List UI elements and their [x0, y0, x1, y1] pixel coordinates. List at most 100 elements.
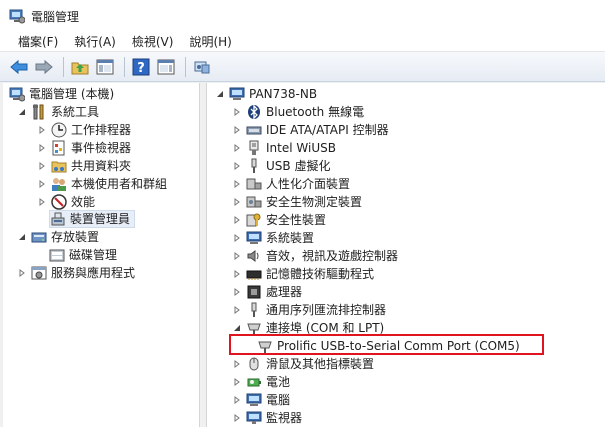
- expanded-arrow-icon[interactable]: [232, 323, 242, 333]
- collapsed-arrow-icon[interactable]: [232, 251, 242, 261]
- tree-item-task-scheduler[interactable]: 工作排程器: [37, 121, 131, 139]
- toolbar-separator: [124, 56, 125, 77]
- device-category-bluetooth[interactable]: Bluetooth 無線電: [232, 103, 364, 121]
- device-category-usb-virtualization[interactable]: USB 虛擬化: [232, 157, 330, 175]
- device-category-security[interactable]: 安全性裝置: [232, 211, 326, 229]
- device-category-batteries[interactable]: 電池: [232, 373, 290, 391]
- device-label: USB 虛擬化: [266, 159, 331, 173]
- tree-item-event-viewer[interactable]: 事件檢視器: [37, 139, 131, 157]
- show-hide-tree-button[interactable]: [94, 56, 116, 78]
- collapsed-arrow-icon[interactable]: [17, 268, 27, 278]
- forward-button[interactable]: [33, 56, 55, 78]
- tree-item-services-applications[interactable]: 服務與應用程式: [17, 264, 135, 282]
- device-category-monitors[interactable]: 監視器: [232, 409, 302, 427]
- device-category-ide[interactable]: IDE ATA/ATAPI 控制器: [232, 121, 389, 139]
- collapsed-arrow-icon[interactable]: [37, 161, 47, 171]
- up-folder-button[interactable]: [69, 56, 91, 78]
- shared-folder-icon: [51, 158, 67, 174]
- wiusb-icon: [246, 140, 262, 156]
- expanded-arrow-icon[interactable]: [17, 107, 27, 117]
- collapsed-arrow-icon[interactable]: [232, 143, 242, 153]
- device-category-processors[interactable]: 處理器: [232, 283, 302, 301]
- device-label: 滑鼠及其他指標裝置: [266, 357, 375, 371]
- collapsed-arrow-icon[interactable]: [232, 377, 242, 387]
- device-category-computer[interactable]: 電腦: [232, 391, 290, 409]
- tools-icon: [31, 104, 47, 120]
- collapsed-arrow-icon[interactable]: [232, 305, 242, 315]
- properties-button[interactable]: [191, 56, 213, 78]
- collapsed-arrow-icon[interactable]: [232, 161, 242, 171]
- tree-item-label: 工作排程器: [71, 123, 132, 137]
- tree-item-label: 系統工具: [51, 105, 100, 119]
- toolbar: ?: [0, 52, 605, 82]
- computer-icon: [229, 86, 245, 102]
- tree-item-system-tools[interactable]: 系統工具: [17, 103, 99, 121]
- collapsed-arrow-icon[interactable]: [232, 413, 242, 423]
- device-label: Intel WiUSB: [266, 141, 336, 155]
- users-icon: [51, 176, 67, 192]
- device-label: PAN738-NB: [249, 87, 318, 101]
- collapsed-arrow-icon[interactable]: [37, 197, 47, 207]
- storage-icon: [31, 229, 47, 245]
- back-button[interactable]: [8, 56, 30, 78]
- tree-item-label: 磁碟管理: [69, 248, 118, 262]
- collapsed-arrow-icon[interactable]: [232, 269, 242, 279]
- menu-action[interactable]: 執行(A): [66, 32, 124, 52]
- expanded-arrow-icon[interactable]: [17, 232, 27, 242]
- device-tree: PAN738-NB Bluetooth 無線電 IDE ATA/ATAPI 控制…: [206, 83, 605, 427]
- tree-item-performance[interactable]: 效能: [37, 193, 95, 211]
- services-icon: [31, 265, 47, 281]
- device-category-biometric[interactable]: 安全生物測定裝置: [232, 193, 362, 211]
- hid-icon: [246, 176, 262, 192]
- tree-item-shared-folders[interactable]: 共用資料夾: [37, 157, 131, 175]
- collapsed-arrow-icon[interactable]: [37, 125, 47, 135]
- menu-file[interactable]: 檔案(F): [10, 32, 66, 52]
- device-category-memory-tech[interactable]: 記憶體技術驅動程式: [232, 265, 374, 283]
- device-label: 音效，視訊及遊戲控制器: [266, 249, 399, 263]
- show-hide-tree-icon: [96, 59, 114, 74]
- device-label: 通用序列匯流排控制器: [266, 303, 387, 317]
- tree-item-disk-management[interactable]: 磁碟管理: [49, 246, 117, 264]
- device-category-mice[interactable]: 滑鼠及其他指標裝置: [232, 355, 374, 373]
- sound-icon: [246, 248, 262, 264]
- tree-item-device-manager[interactable]: 裝置管理員: [49, 210, 136, 228]
- menu-view[interactable]: 檢視(V): [124, 32, 182, 52]
- expanded-arrow-icon[interactable]: [215, 89, 225, 99]
- collapsed-arrow-icon[interactable]: [232, 125, 242, 135]
- computer-icon: [246, 392, 262, 408]
- device-root-computer[interactable]: PAN738-NB: [215, 85, 317, 103]
- collapsed-arrow-icon[interactable]: [232, 107, 242, 117]
- device-category-intel-wiusb[interactable]: Intel WiUSB: [232, 139, 336, 157]
- device-category-usb-controllers[interactable]: 通用序列匯流排控制器: [232, 301, 386, 319]
- menu-bar: 檔案(F) 執行(A) 檢視(V) 說明(H): [0, 32, 605, 52]
- device-category-hid[interactable]: 人性化介面裝置: [232, 175, 350, 193]
- collapsed-arrow-icon[interactable]: [232, 197, 242, 207]
- usb-icon: [246, 158, 262, 174]
- tree-item-label: 效能: [71, 195, 96, 209]
- menu-help[interactable]: 說明(H): [181, 32, 239, 52]
- device-label: IDE ATA/ATAPI 控制器: [266, 123, 389, 137]
- collapsed-arrow-icon[interactable]: [232, 359, 242, 369]
- tree-item-storage[interactable]: 存放裝置: [17, 228, 99, 246]
- collapsed-arrow-icon[interactable]: [232, 179, 242, 189]
- collapsed-arrow-icon[interactable]: [232, 287, 242, 297]
- device-category-system[interactable]: 系統裝置: [232, 229, 314, 247]
- collapsed-arrow-icon[interactable]: [37, 143, 47, 153]
- collapsed-arrow-icon[interactable]: [232, 395, 242, 405]
- biometric-icon: [246, 194, 262, 210]
- device-category-sound[interactable]: 音效，視訊及遊戲控制器: [232, 247, 398, 265]
- tree-item-label: 裝置管理員: [70, 212, 131, 226]
- tree-item-computer-management[interactable]: 電腦管理 (本機): [9, 85, 114, 103]
- collapsed-arrow-icon[interactable]: [37, 179, 47, 189]
- security-key-icon: [246, 212, 262, 228]
- battery-icon: [246, 374, 262, 390]
- device-label: 電池: [266, 375, 291, 389]
- device-label: 監視器: [266, 411, 303, 425]
- action-pane-button[interactable]: [155, 56, 177, 78]
- device-label: 人性化介面裝置: [266, 177, 351, 191]
- help-button[interactable]: ?: [130, 56, 152, 78]
- collapsed-arrow-icon[interactable]: [232, 233, 242, 243]
- usb-controller-icon: [246, 302, 262, 318]
- tree-item-local-users-groups[interactable]: 本機使用者和群組: [37, 175, 167, 193]
- collapsed-arrow-icon[interactable]: [232, 215, 242, 225]
